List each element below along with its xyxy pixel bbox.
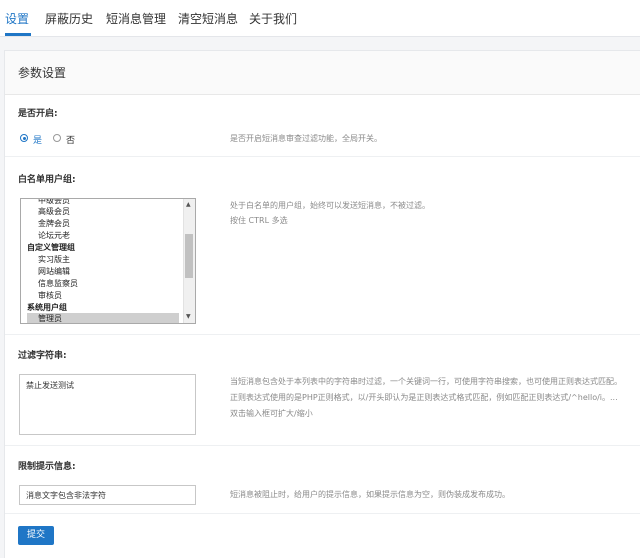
list-option[interactable]: 高级会员 [38,206,70,218]
list-option[interactable]: 网站编辑 [38,266,70,278]
filter-strings-textarea[interactable]: 禁止发送测试 [19,374,196,435]
list-option[interactable]: 实习版主 [38,254,70,266]
notice-message-input[interactable]: 消息文字包含非法字符 [19,485,196,505]
enable-yes-label[interactable]: 是 [33,133,42,146]
tab-settings[interactable]: 设置 [5,10,29,27]
list-option[interactable]: 论坛元老 [38,230,70,242]
panel-header: 参数设置 [5,51,640,95]
tab-block-history[interactable]: 屏蔽历史 [45,10,93,27]
divider [5,156,640,157]
scroll-up-arrow-icon[interactable]: ▲ [186,201,191,208]
enable-yes-radio[interactable] [20,134,28,142]
enable-label: 是否开启: [18,109,58,119]
whitelist-hint: 按住 CTRL 多选 [230,216,288,225]
whitelist-description: 处于白名单的用户组，始终可以发送短消息，不被过滤。 [230,201,430,210]
scrollbar-thumb[interactable] [185,234,193,278]
list-option-selected[interactable]: 管理员 [27,313,179,323]
divider [5,445,640,446]
enable-no-radio[interactable] [53,134,61,142]
notice-label: 限制提示信息: [18,462,76,472]
scroll-down-arrow-icon[interactable]: ▼ [186,313,191,320]
list-option[interactable]: 金牌会员 [38,218,70,230]
notice-description: 短消息被阻止时，给用户的提示信息，如果提示信息为空，则伪装成发布成功。 [230,490,510,499]
enable-description: 是否开启短消息审查过滤功能，全局开关。 [230,134,382,143]
tab-bar: 设置 屏蔽历史 短消息管理 清空短消息 关于我们 [0,0,640,37]
filter-description-3: 双击输入框可扩大/缩小 [230,409,313,418]
active-tab-indicator [5,33,31,36]
tab-about-us[interactable]: 关于我们 [249,10,297,27]
settings-panel: 参数设置 是否开启: 是 否 是否开启短消息审查过滤功能，全局开关。 白名单用户… [4,50,640,558]
whitelist-label: 白名单用户组: [18,175,76,185]
list-option-group: 自定义管理组 [27,243,75,252]
filter-label: 过滤字符串: [18,351,67,361]
divider [5,513,640,514]
divider [5,334,640,335]
panel-title: 参数设置 [18,66,67,80]
listbox-scrollbar[interactable]: ▲ ▼ [183,199,195,323]
whitelist-group-select[interactable]: 中级会员 高级会员 金牌会员 论坛元老 自定义管理组 实习版主 网站编辑 信息监… [20,198,196,324]
tab-clear-messages[interactable]: 清空短消息 [178,10,238,27]
filter-description-1: 当短消息包含处于本列表中的字符串时过滤，一个关键词一行，可使用字符串搜索，也可使… [230,377,622,386]
tab-message-management[interactable]: 短消息管理 [106,10,166,27]
submit-button[interactable]: 提交 [18,526,54,545]
enable-no-label[interactable]: 否 [66,133,75,146]
list-option[interactable]: 信息监察员 [38,278,78,290]
list-option[interactable]: 审核员 [38,290,62,302]
filter-description-2: 正则表达式使用的是PHP正则格式，以/开头即认为是正则表达式格式匹配，例如匹配正… [230,393,618,402]
